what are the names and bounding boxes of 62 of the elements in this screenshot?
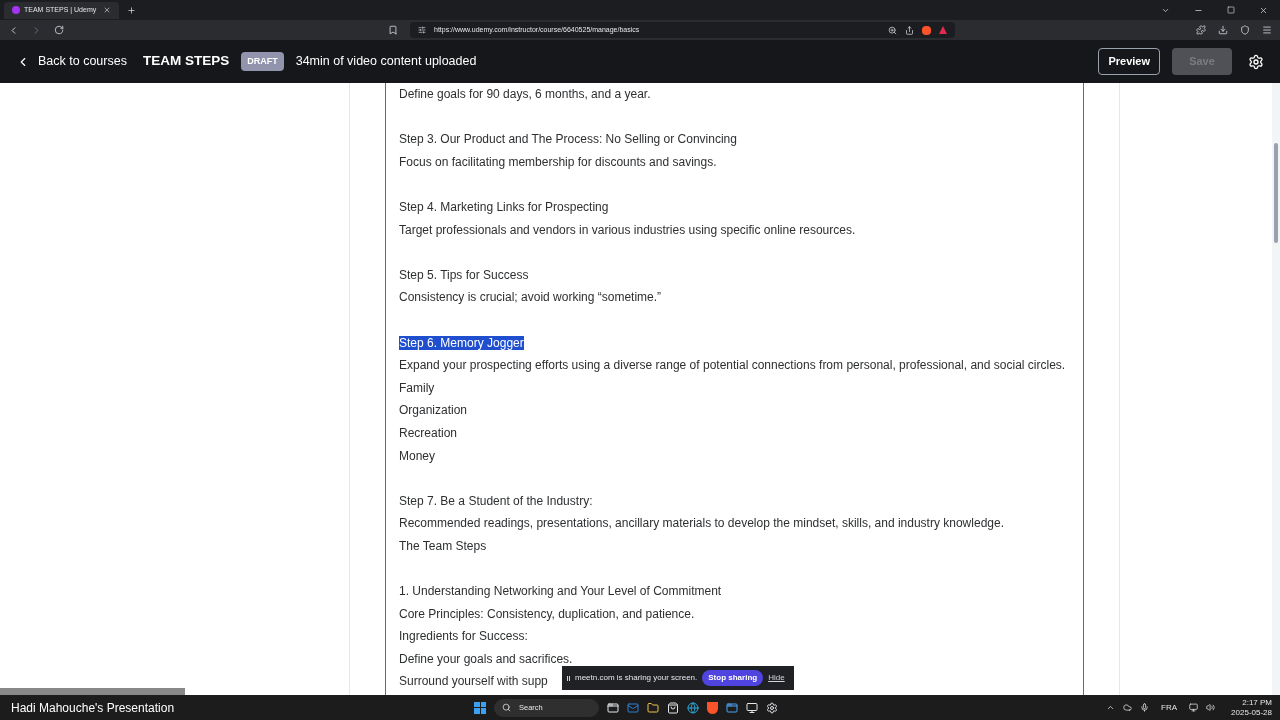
back-link[interactable]: Back to courses	[38, 52, 127, 71]
new-tab-icon[interactable]	[127, 5, 136, 15]
store-icon[interactable]	[667, 701, 679, 714]
monitor-icon[interactable]	[746, 701, 758, 714]
site-icon	[12, 6, 20, 14]
zoom-icon[interactable]	[888, 25, 897, 35]
mail-icon[interactable]	[627, 701, 639, 714]
settings-icon[interactable]	[766, 701, 778, 714]
browser-icon[interactable]	[687, 701, 699, 714]
close-window-icon[interactable]	[1259, 5, 1268, 15]
editor-line: Recreation	[399, 425, 458, 440]
stop-sharing-button[interactable]: Stop sharing	[702, 670, 764, 686]
bookmark-icon[interactable]	[388, 25, 398, 35]
task-view-icon[interactable]	[607, 701, 619, 714]
close-icon[interactable]	[103, 6, 111, 14]
editor-line: Family	[399, 380, 435, 395]
editor-line: Step 5. Tips for Success	[399, 267, 529, 282]
language-indicator[interactable]: FRA	[1161, 701, 1178, 714]
shield-icon[interactable]	[922, 25, 931, 35]
tray-expand-icon[interactable]	[1106, 703, 1116, 712]
clock-time[interactable]: 2:17 PM	[1242, 697, 1272, 708]
shield-outline-icon[interactable]	[1240, 25, 1250, 35]
window-icon[interactable]	[726, 701, 738, 714]
status-tag: DRAFT	[241, 51, 284, 72]
editor-line: The Team Steps	[399, 538, 487, 553]
editor-line: Recommended readings, presentations, ancillary materials to develop the mindset, skills, and industry knowledge.	[399, 516, 1004, 531]
preview-button[interactable]: Preview	[1098, 48, 1160, 75]
editor-line: Expand your prospecting efforts using a diverse range of potential connections from personal, professional, and social circles.	[399, 358, 1066, 373]
cloud-icon[interactable]	[1123, 703, 1133, 712]
course-title: TEAM STEPS	[142, 52, 230, 71]
editor-line: Core Principles: Consistency, duplication, and patience.	[399, 606, 695, 621]
editor-line: Consistency is crucial; avoid working “sometime.”	[399, 290, 662, 305]
editor-line: Surround yourself with supp	[399, 674, 548, 689]
editor-line: Target professionals and vendors in various industries using specific online resources.	[399, 222, 856, 237]
editor-line: Organization	[399, 403, 468, 418]
editor-line: Money	[399, 448, 436, 463]
folder-icon[interactable]	[647, 701, 659, 714]
microphone-icon[interactable]	[1140, 703, 1150, 712]
editor-line: 1. Understanding Networking and Your Level of Commitment	[399, 584, 722, 599]
windows-logo-icon[interactable]	[474, 701, 486, 714]
editor-line: Step 7. Be a Student of the Industry:	[399, 493, 593, 508]
extensions-icon[interactable]	[1196, 25, 1206, 35]
editor-line: Focus on facilitating membership for discounts and savings.	[399, 154, 717, 169]
editor-line: Ingredients for Success:	[399, 629, 528, 644]
editor-line: Define goals for 90 days, 6 months, and a year.	[399, 87, 651, 101]
editor-line: Step 4. Marketing Links for Prospecting	[399, 199, 609, 214]
pause-icon	[567, 675, 570, 681]
volume-icon[interactable]	[1206, 703, 1216, 712]
hide-link[interactable]: Hide	[768, 672, 785, 684]
menu-icon[interactable]	[1262, 25, 1272, 35]
site-settings-icon[interactable]	[418, 26, 426, 34]
network-icon[interactable]	[1189, 703, 1199, 712]
editor-line: Define your goals and sacrifices.	[399, 651, 573, 666]
share-icon[interactable]	[905, 25, 914, 35]
search-icon	[502, 703, 511, 712]
editor-line: Step 3. Our Product and The Process: No Selling or Convincing	[399, 132, 737, 147]
download-icon[interactable]	[1218, 25, 1228, 35]
upload-status: 34min of video content uploaded	[295, 53, 477, 71]
maximize-icon[interactable]	[1227, 6, 1235, 14]
clock-date[interactable]: 2025-05-28	[1231, 707, 1272, 718]
reload-icon[interactable]	[54, 25, 64, 35]
sharing-message: meetn.com is sharing your screen.	[575, 672, 698, 684]
